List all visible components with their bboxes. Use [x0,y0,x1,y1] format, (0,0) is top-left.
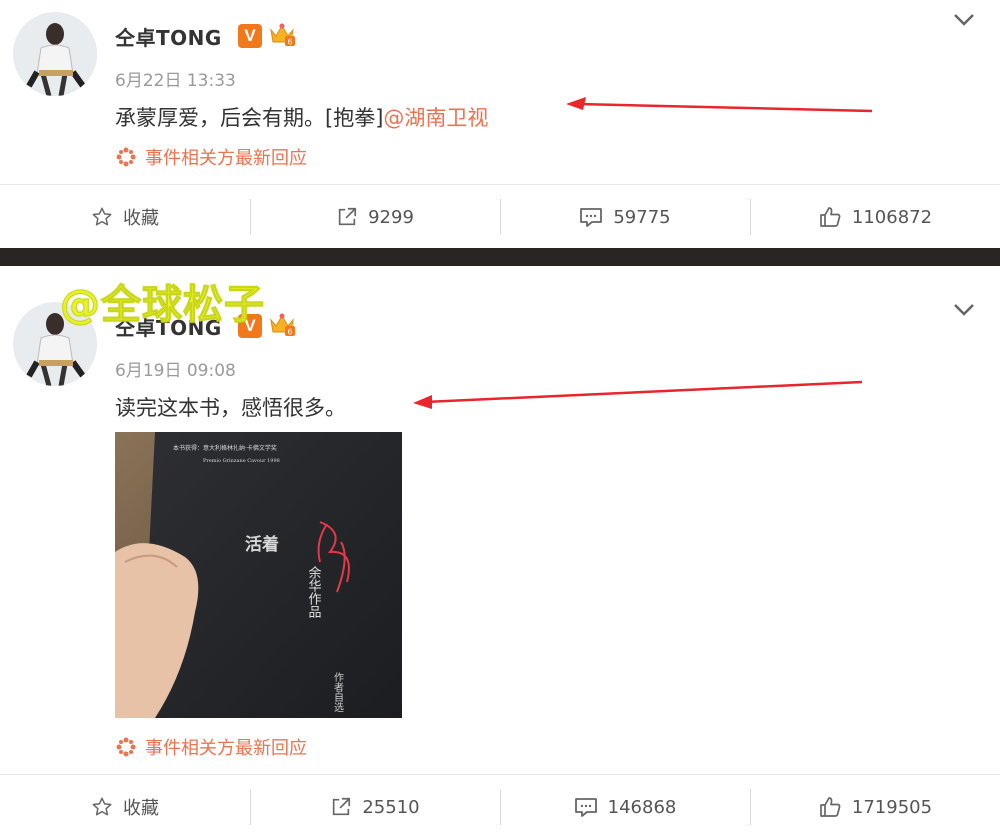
repost-button[interactable]: 9299 [250,185,500,249]
chevron-down-icon[interactable] [952,12,976,28]
book-title: 活着 [245,534,279,555]
event-link[interactable]: 事件相关方最新回应 [115,734,307,760]
repost-button[interactable]: 25510 [250,775,500,839]
crown-icon: 6 [268,312,296,338]
weibo-post-1: 仝卓TONG V 6 6月22日 13:33 承蒙厚爱，后会有期。[抱拳]@湖南… [0,0,1000,248]
repost-icon [333,797,351,816]
event-icon [116,737,136,757]
like-count: 1106872 [851,206,933,228]
book-top-sub: Premio Grinzane Cavour 1998 [203,458,280,464]
book-author: 余华作品 [306,565,322,618]
mention-link[interactable]: @湖南卫视 [383,106,488,130]
avatar[interactable] [13,12,97,96]
star-icon [92,207,112,226]
comment-count: 59775 [613,206,671,228]
svg-text:6: 6 [287,328,292,337]
event-icon [116,147,136,167]
weibo-post-2: 仝卓TONG V 6 6月19日 09:08 读完这本书，感悟很多。 本书获得：… [0,266,1000,836]
crown-icon: 6 [268,22,296,48]
book-top-line: 本书获得：意大利格林扎纳·卡佛文学奖 [173,444,277,452]
event-link-text: 事件相关方最新回应 [145,738,307,759]
like-button[interactable]: 1106872 [750,185,1000,249]
repost-icon [338,207,357,226]
post-time[interactable]: 6月22日 13:33 [115,66,236,91]
post-time[interactable]: 6月19日 09:08 [115,356,236,381]
comment-icon [574,798,597,817]
username[interactable]: 仝卓TONG [115,22,222,51]
post-photo[interactable]: 本书获得：意大利格林扎纳·卡佛文学奖 Premio Grinzane Cavou… [115,432,402,718]
screenshot-divider [0,248,1000,266]
svg-text:6: 6 [287,38,292,47]
chevron-down-icon[interactable] [952,302,976,318]
star-icon [92,797,112,816]
favorite-label: 收藏 [123,208,159,229]
favorite-button[interactable]: 收藏 [0,775,250,839]
like-icon [820,797,841,817]
comment-icon [580,208,603,227]
comment-button[interactable]: 59775 [500,185,750,249]
like-icon [820,207,841,227]
watermark: @全球松子 [60,282,265,329]
post-content: 承蒙厚爱，后会有期。[抱拳]@湖南卫视 [115,102,488,132]
post-content: 读完这本书，感悟很多。 [115,396,346,420]
repost-count: 9299 [368,206,414,228]
favorite-button[interactable]: 收藏 [0,185,250,249]
book-bottom: 作者自选 [332,672,344,713]
action-bar: 收藏 25510 146868 1719505 [0,774,1000,839]
event-link-text: 事件相关方最新回应 [145,148,307,169]
vip-badge-icon: V [238,24,262,48]
action-bar: 收藏 9299 59775 1106872 [0,184,1000,249]
like-button[interactable]: 1719505 [750,775,1000,839]
comment-count: 146868 [607,796,677,818]
comment-button[interactable]: 146868 [500,775,750,839]
event-link[interactable]: 事件相关方最新回应 [115,144,307,170]
favorite-label: 收藏 [123,798,159,819]
repost-count: 25510 [362,796,420,818]
like-count: 1719505 [851,796,933,818]
post-text: 承蒙厚爱，后会有期。[抱拳] [115,106,384,130]
